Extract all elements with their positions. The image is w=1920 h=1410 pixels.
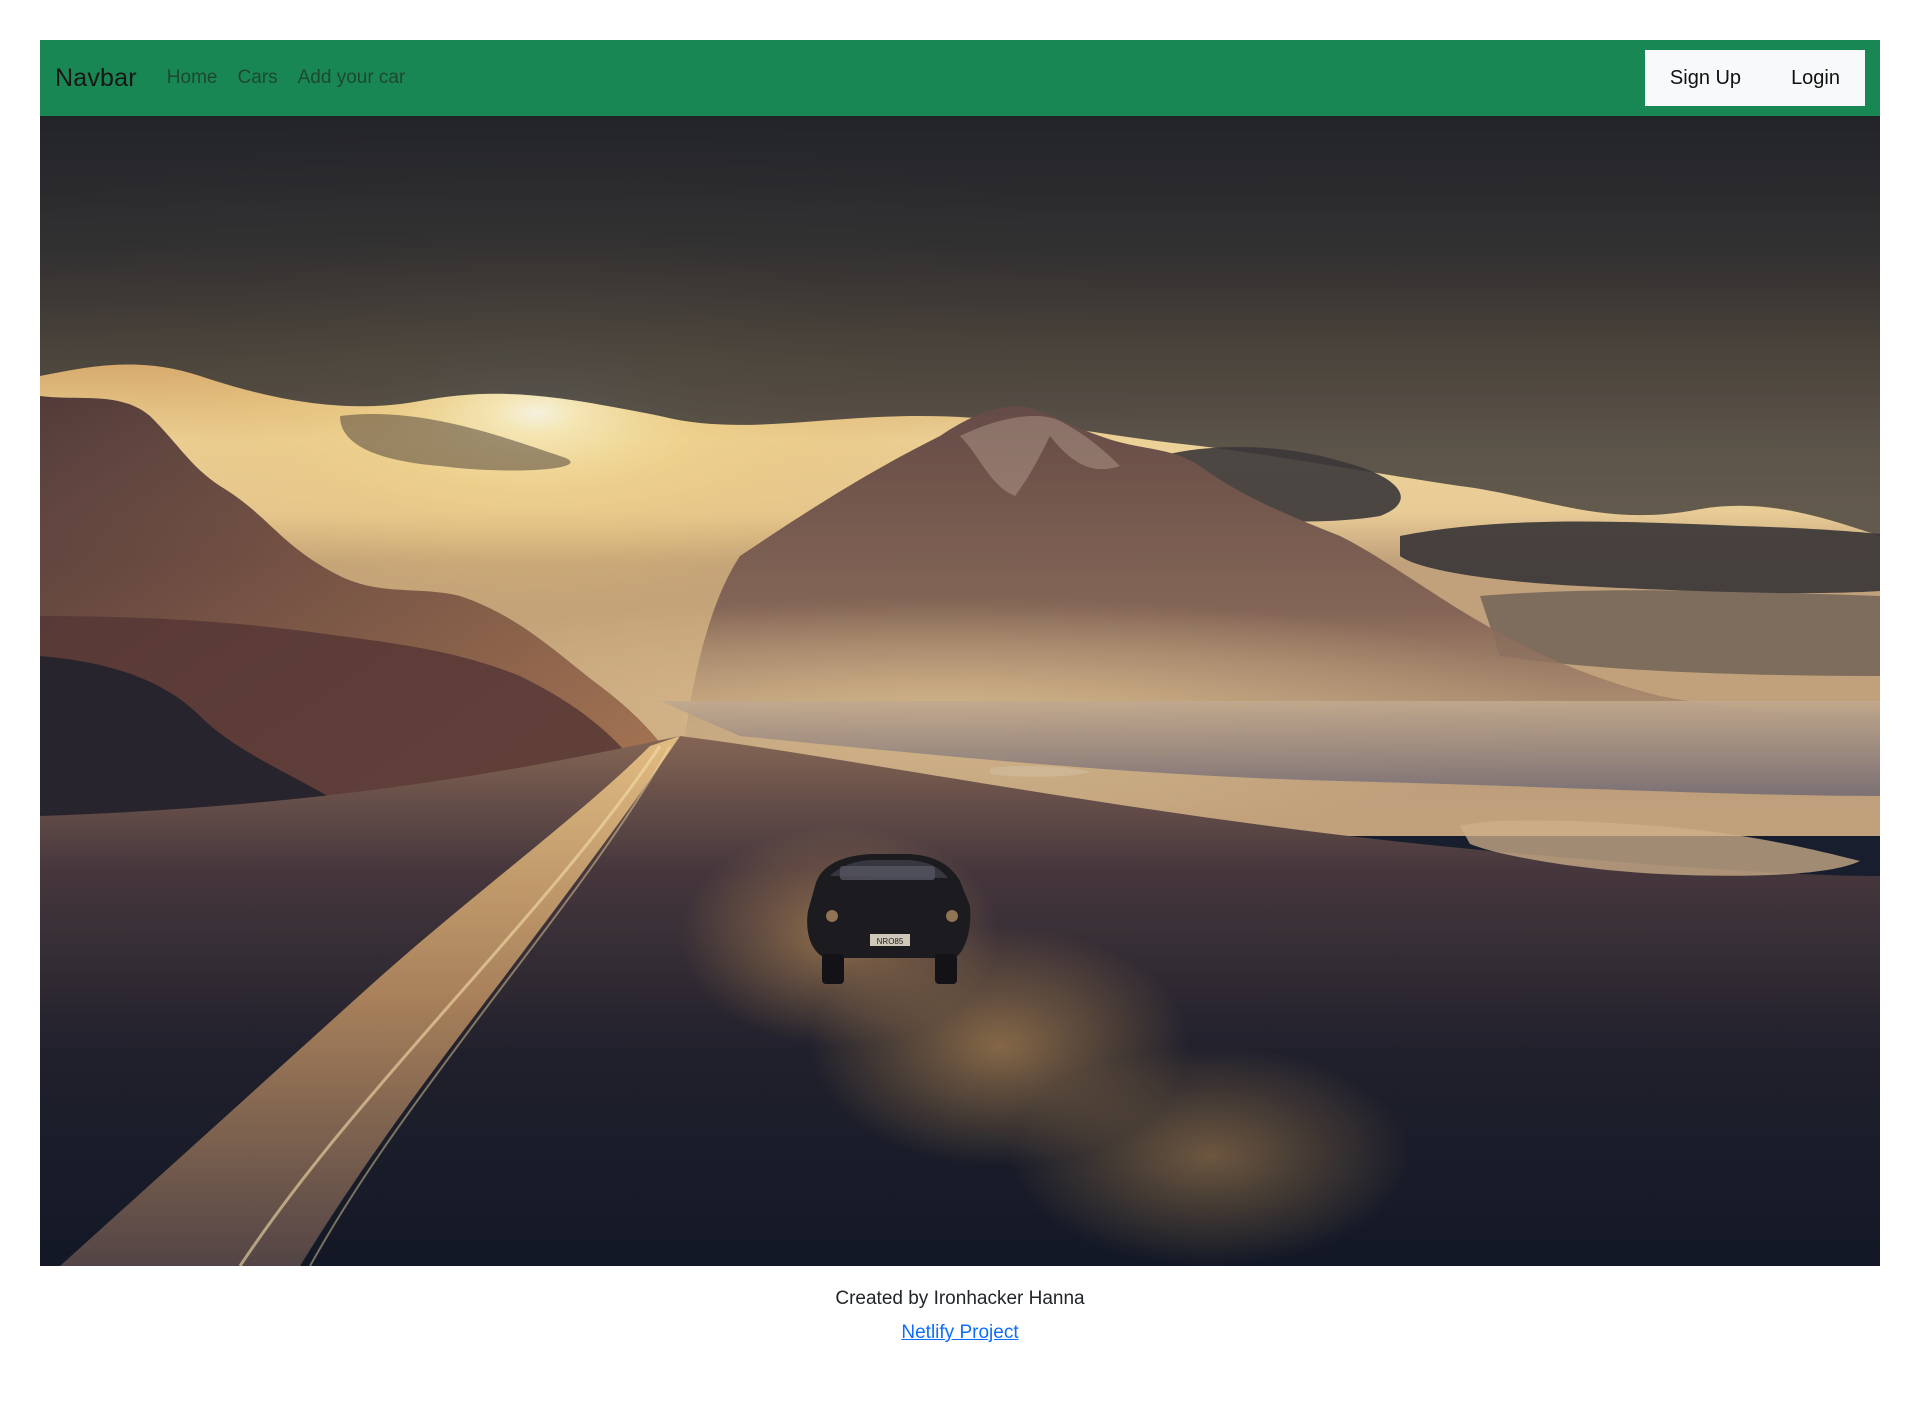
hero-landscape-illustration: NRO85: [40, 116, 1880, 1266]
login-button[interactable]: Login: [1766, 50, 1865, 106]
netlify-project-link[interactable]: Netlify Project: [901, 1322, 1018, 1343]
navbar: Navbar Home Cars Add your car Sign Up Lo…: [40, 40, 1880, 116]
footer-credit: Created by Ironhacker Hanna: [835, 1288, 1085, 1309]
nav-link-add-car[interactable]: Add your car: [298, 67, 406, 89]
auth-button-group: Sign Up Login: [1644, 50, 1865, 106]
nav-link-cars[interactable]: Cars: [237, 67, 277, 89]
main-container: Navbar Home Cars Add your car Sign Up Lo…: [40, 40, 1880, 1344]
navbar-brand[interactable]: Navbar: [55, 64, 137, 93]
page: Navbar Home Cars Add your car Sign Up Lo…: [0, 0, 1920, 1410]
footer: Created by Ironhacker Hanna Netlify Proj…: [40, 1266, 1880, 1344]
nav-link-home[interactable]: Home: [167, 67, 218, 89]
nav-links: Home Cars Add your car: [167, 67, 406, 89]
signup-button[interactable]: Sign Up: [1644, 50, 1767, 106]
hero-image: NRO85: [40, 116, 1880, 1266]
